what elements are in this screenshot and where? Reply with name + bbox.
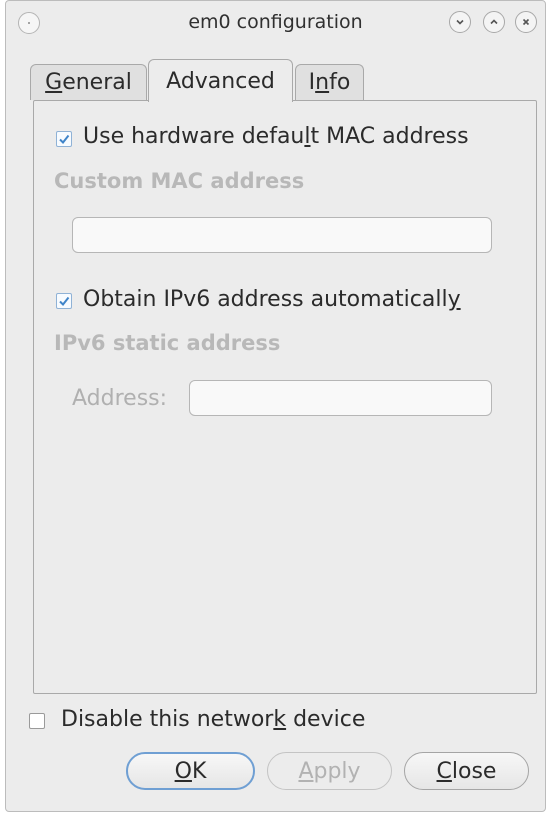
tab-advanced[interactable]: Advanced	[148, 59, 293, 102]
tab-info[interactable]: Info	[295, 64, 364, 100]
custom-mac-input[interactable]	[72, 217, 492, 253]
use-hardware-mac-label[interactable]: Use hardware default MAC address	[83, 124, 469, 149]
custom-mac-heading: Custom MAC address	[54, 169, 305, 193]
apply-button[interactable]: Apply	[267, 752, 392, 790]
close-button-label: Close	[436, 758, 497, 784]
minimize-icon[interactable]	[449, 11, 471, 33]
maximize-icon[interactable]	[483, 11, 505, 33]
address-label: Address:	[72, 386, 168, 411]
disable-device-label[interactable]: Disable this network device	[61, 707, 365, 732]
dialog-window: em0 configuration General Advanced Info …	[5, 0, 546, 812]
tab-general[interactable]: General	[30, 64, 147, 100]
obtain-ipv6-auto-label[interactable]: Obtain IPv6 address automatically	[83, 287, 461, 312]
ok-button-label: OK	[174, 758, 207, 784]
advanced-tab-panel: Use hardware default MAC address Custom …	[33, 100, 537, 694]
title-bar[interactable]: em0 configuration	[6, 1, 545, 45]
apply-button-label: Apply	[298, 758, 361, 784]
close-icon[interactable]	[515, 11, 537, 33]
ipv6-static-heading: IPv6 static address	[54, 331, 281, 355]
use-hardware-mac-checkbox[interactable]	[56, 131, 72, 147]
tab-general-label: General	[45, 70, 132, 95]
tab-advanced-label: Advanced	[166, 68, 275, 94]
tab-info-label: Info	[308, 70, 351, 95]
ok-button[interactable]: OK	[126, 752, 255, 790]
disable-device-checkbox[interactable]	[29, 713, 45, 729]
obtain-ipv6-auto-checkbox[interactable]	[56, 293, 72, 309]
ipv6-address-input[interactable]	[189, 380, 492, 416]
close-button[interactable]: Close	[404, 752, 529, 790]
